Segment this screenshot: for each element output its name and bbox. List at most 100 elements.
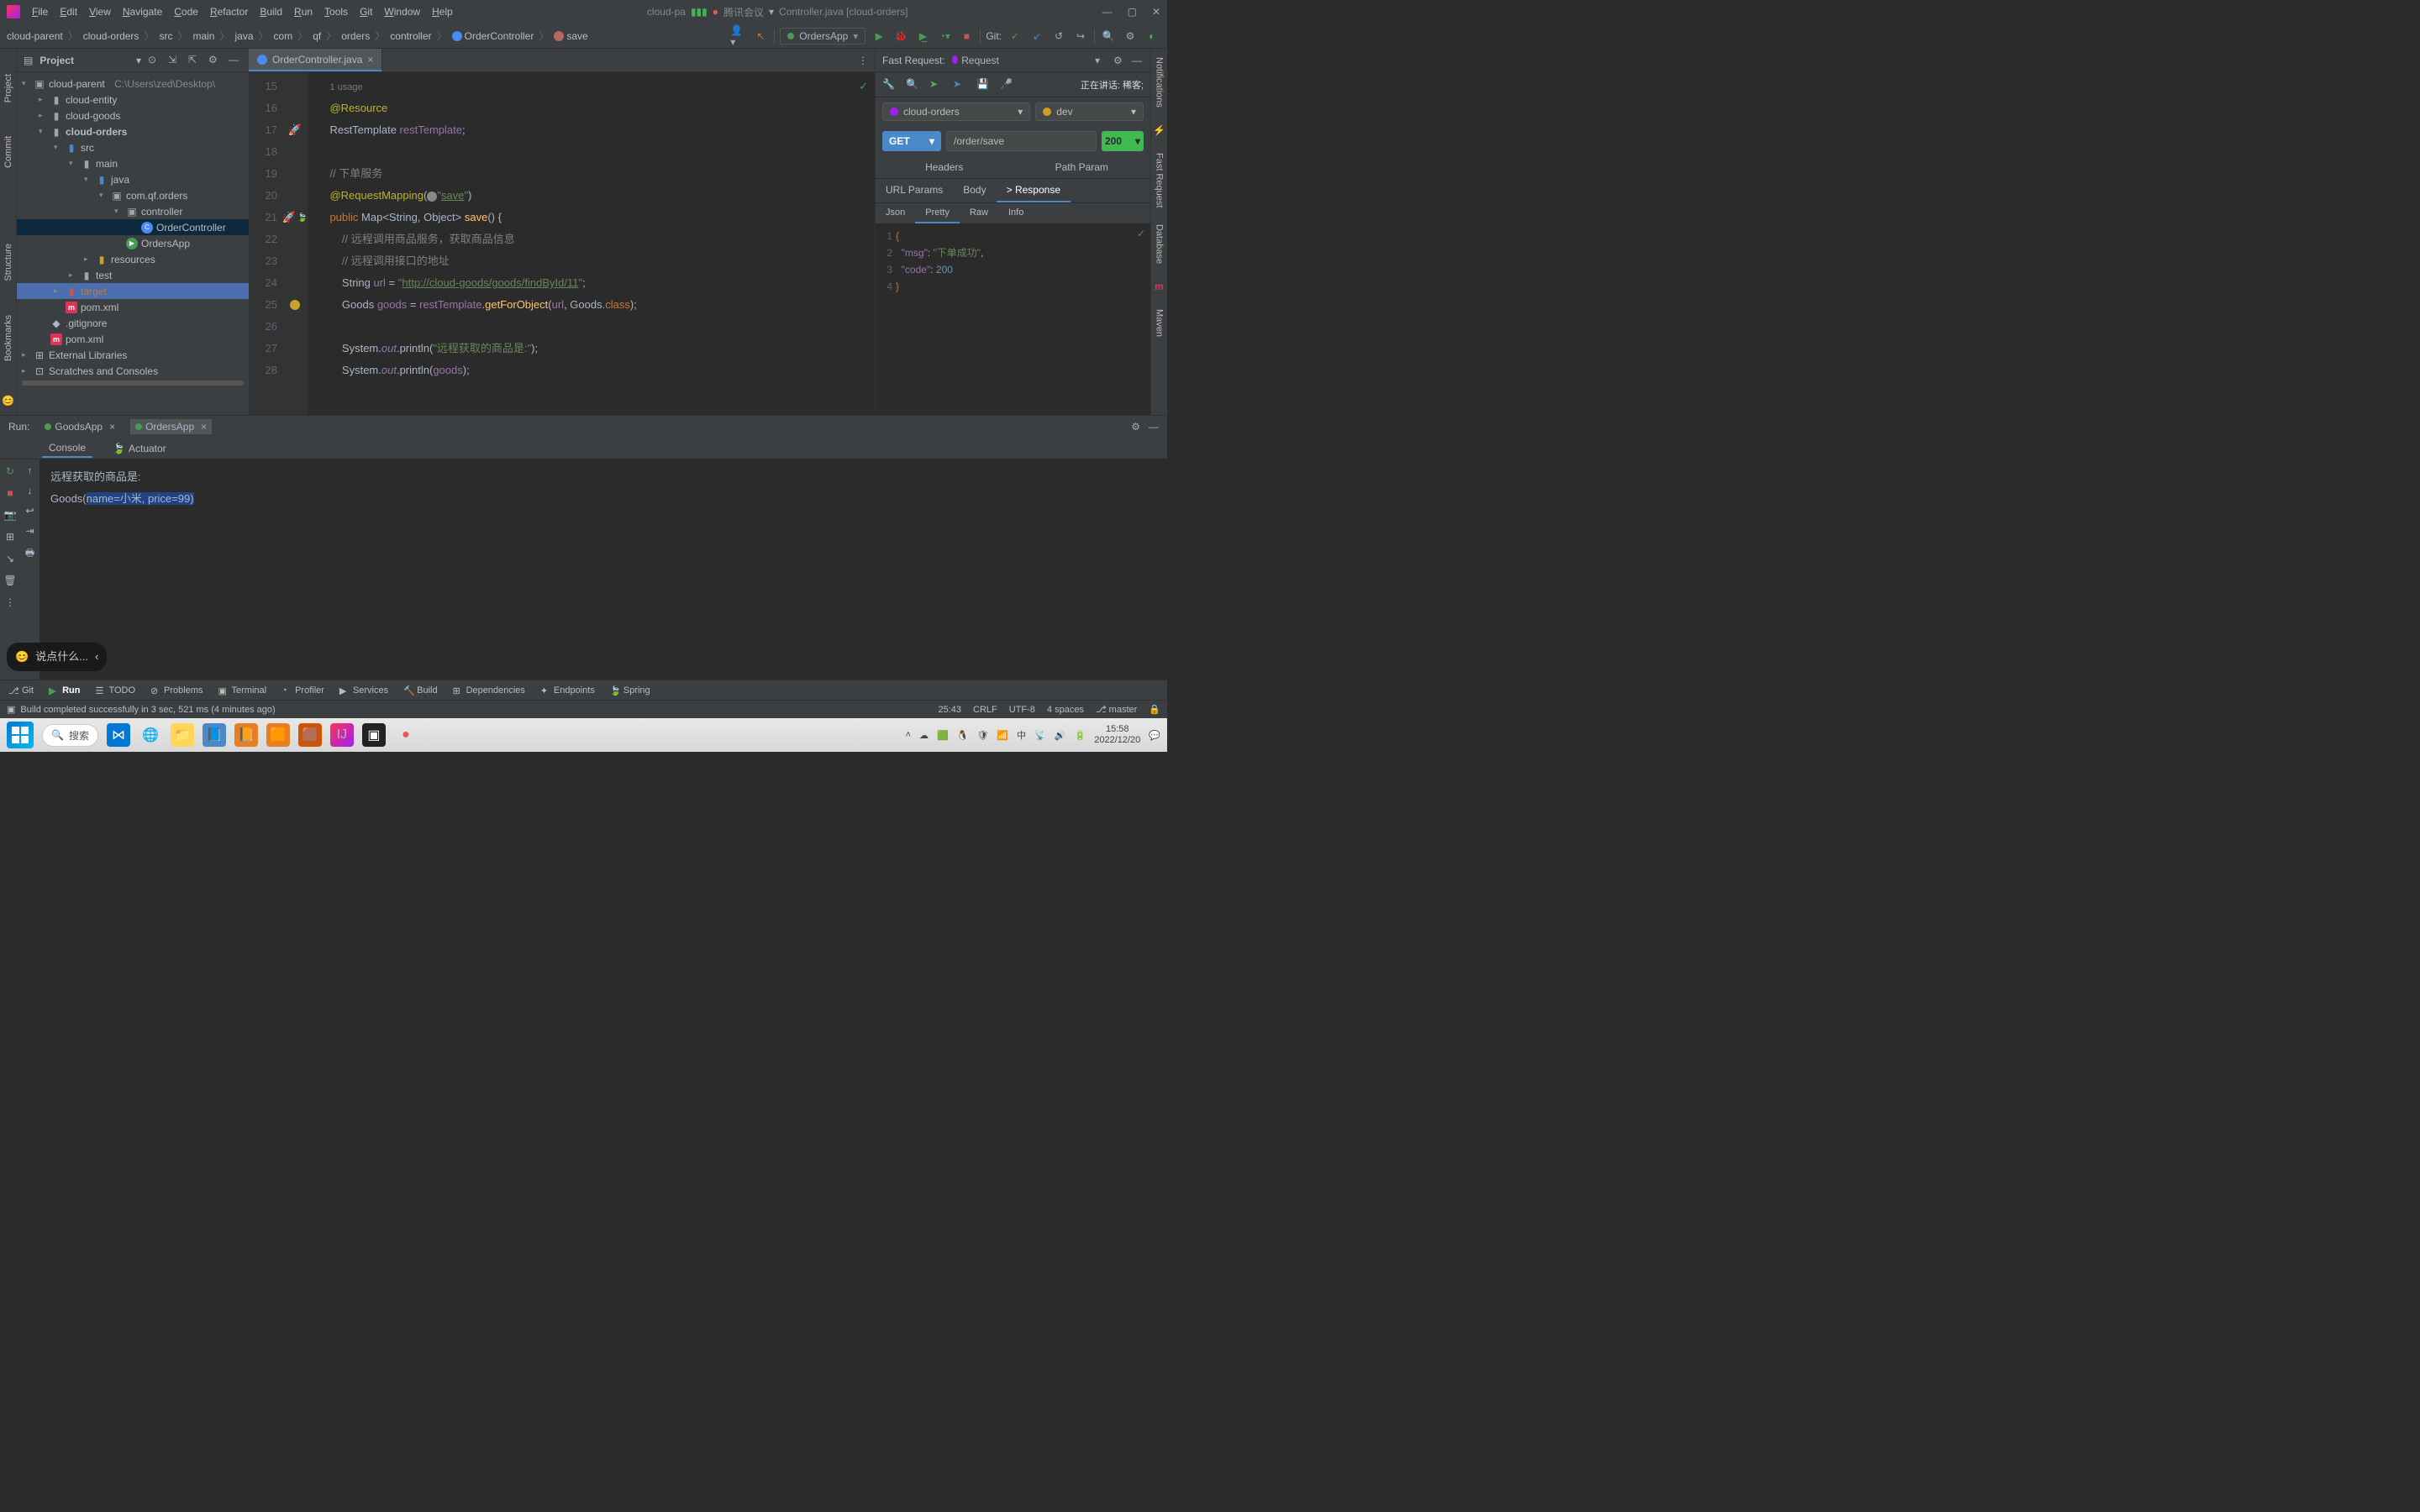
tray-volume-icon[interactable]: 🔊: [1055, 730, 1066, 741]
print-icon[interactable]: 🖶: [25, 545, 34, 563]
btool-problems[interactable]: ⊘Problems: [150, 685, 203, 696]
tray-chevron-icon[interactable]: ˄: [906, 730, 911, 740]
menu-refactor[interactable]: Refactor: [210, 6, 248, 18]
btool-build[interactable]: 🔨Build: [403, 685, 437, 696]
tree-ordersapp[interactable]: ▶OrdersApp: [17, 235, 249, 251]
minimize-icon[interactable]: —: [1102, 6, 1113, 18]
git-history-icon[interactable]: ↺: [1050, 28, 1067, 45]
select-opened-icon[interactable]: ⊙: [148, 54, 161, 67]
crumb-method[interactable]: save: [554, 30, 587, 42]
chevron-down-icon[interactable]: ▾: [1095, 55, 1107, 66]
fr-tab-body[interactable]: Body: [953, 179, 996, 202]
right-tab-database[interactable]: Database: [1155, 224, 1165, 264]
run-tab-ordersapp[interactable]: OrdersApp×: [130, 419, 212, 434]
tray-battery-icon[interactable]: 🔋: [1075, 730, 1086, 741]
menu-help[interactable]: Help: [432, 6, 453, 18]
editor-body[interactable]: 15161718 19202122 23242526 2728 🚀 🚀🍃 ✓ 1…: [249, 72, 875, 415]
crumb-8[interactable]: controller: [390, 30, 431, 42]
down-icon[interactable]: ↓: [28, 485, 33, 496]
mic-icon[interactable]: 🎤: [1000, 78, 1013, 92]
plugin-icon[interactable]: ◐: [1144, 28, 1160, 45]
tray-icon[interactable]: 🛡: [976, 730, 988, 741]
fr-method-select[interactable]: GET▾: [882, 131, 941, 151]
collapse-all-icon[interactable]: ⇱: [188, 54, 202, 67]
btool-services[interactable]: ▶Services: [339, 685, 388, 696]
tree-cloud-goods[interactable]: ▸▮cloud-goods: [17, 108, 249, 123]
fr-tab-headers[interactable]: Headers: [876, 156, 1013, 178]
code-area[interactable]: ✓ 1 usage @Resource RestTemplate restTem…: [308, 72, 875, 415]
tree-pom2[interactable]: mpom.xml: [17, 331, 249, 347]
console-output[interactable]: 远程获取的商品是: Goods(name=小米, price=99) 😊 说点什…: [40, 459, 1167, 680]
run-config-select[interactable]: OrdersApp▾: [780, 28, 865, 45]
tree-ext-libs[interactable]: ▸⊞External Libraries: [17, 347, 249, 363]
fr-response-body[interactable]: ✓ 1234 { "msg": "下单成功", "code": 200 }: [876, 224, 1150, 415]
close-tab-icon[interactable]: ×: [201, 421, 207, 433]
profile-icon[interactable]: ◔▾: [936, 28, 953, 45]
tray-icon[interactable]: 📶: [997, 730, 1008, 741]
menu-build[interactable]: Build: [260, 6, 282, 18]
right-tab-fastrequest[interactable]: Fast Request: [1155, 153, 1165, 207]
taskbar-record-icon[interactable]: ●: [394, 723, 418, 747]
send-icon[interactable]: ➤: [929, 78, 943, 92]
debug-icon[interactable]: 🐞: [892, 28, 909, 45]
tray-wifi-icon[interactable]: 📡: [1034, 730, 1046, 741]
taskbar-app-icon[interactable]: 🟧: [266, 723, 290, 747]
close-tab-icon[interactable]: ×: [367, 54, 373, 66]
status-icon[interactable]: ▣: [7, 704, 15, 715]
left-tab-project[interactable]: Project: [3, 74, 13, 102]
send-download-icon[interactable]: ➤: [953, 78, 966, 92]
tree-resources[interactable]: ▸▮resources: [17, 251, 249, 267]
crumb-3[interactable]: main: [192, 30, 214, 42]
clock[interactable]: 15:58 2022/12/20: [1094, 724, 1140, 746]
inspection-check-icon[interactable]: ✓: [1137, 228, 1145, 239]
fr-tab-json[interactable]: Json: [876, 203, 915, 223]
tray-notification-icon[interactable]: 💬: [1149, 730, 1160, 741]
tab-menu-icon[interactable]: ⋮: [851, 49, 875, 71]
menu-tools[interactable]: Tools: [324, 6, 348, 18]
exit-icon[interactable]: ↘: [3, 552, 17, 565]
menu-git[interactable]: Git: [360, 6, 372, 18]
tray-ime-icon[interactable]: 中: [1017, 728, 1026, 742]
tree-test[interactable]: ▸▮test: [17, 267, 249, 283]
fr-tab-pretty[interactable]: Pretty: [915, 203, 960, 223]
btool-git[interactable]: ⎇Git: [8, 685, 34, 696]
menu-navigate[interactable]: Navigate: [123, 6, 162, 18]
close-icon[interactable]: ✕: [1152, 6, 1160, 18]
layout-icon[interactable]: ⊞: [3, 530, 17, 543]
tree-target[interactable]: ▸▮target: [17, 283, 249, 299]
encoding[interactable]: UTF-8: [1009, 705, 1035, 715]
crumb-2[interactable]: src: [159, 30, 172, 42]
menu-window[interactable]: Window: [384, 6, 420, 18]
run-icon[interactable]: ▶: [871, 28, 887, 45]
wrap-icon[interactable]: ↩: [25, 505, 34, 517]
scroll-icon[interactable]: ⇥: [25, 525, 34, 537]
add-user-icon[interactable]: 👤▾: [730, 28, 747, 45]
system-tray[interactable]: ˄ ☁ 🟩 🐧 🛡 📶 中 📡 🔊 🔋 15:58 2022/12/20 💬: [906, 724, 1160, 746]
btool-todo[interactable]: ☰TODO: [95, 685, 135, 696]
left-tab-bookmarks[interactable]: Bookmarks: [3, 315, 13, 361]
tree-main[interactable]: ▾▮main: [17, 155, 249, 171]
git-commit-icon[interactable]: ✓: [1007, 28, 1023, 45]
fr-tab-info[interactable]: Info: [998, 203, 1034, 223]
more-icon[interactable]: ⋮: [3, 596, 17, 609]
search-icon[interactable]: 🔍: [1100, 28, 1117, 45]
gear-icon[interactable]: ⚙: [1113, 55, 1125, 66]
btool-run[interactable]: ▶Run: [49, 685, 80, 696]
maximize-icon[interactable]: ▢: [1128, 6, 1137, 18]
right-tab-notifications[interactable]: Notifications: [1155, 57, 1165, 108]
crumb-7[interactable]: orders: [341, 30, 370, 42]
taskbar-explorer-icon[interactable]: 📁: [171, 723, 194, 747]
lightning-icon[interactable]: ⚡: [1153, 124, 1165, 136]
tree-src[interactable]: ▾▮src: [17, 139, 249, 155]
right-tab-maven[interactable]: Maven: [1155, 309, 1165, 337]
tree-scratches[interactable]: ▸⊡Scratches and Consoles: [17, 363, 249, 379]
btool-profiler[interactable]: ◔Profiler: [281, 685, 324, 696]
close-tab-icon[interactable]: ×: [109, 421, 115, 433]
hide-icon[interactable]: —: [1149, 421, 1159, 433]
tree-cloud-entity[interactable]: ▸▮cloud-entity: [17, 92, 249, 108]
stop-icon[interactable]: ■: [958, 28, 975, 45]
fr-module-select[interactable]: cloud-orders▾: [882, 102, 1030, 121]
run-tab-goodsapp[interactable]: GoodsApp×: [39, 419, 120, 434]
crumb-0[interactable]: cloud-parent: [7, 30, 63, 42]
git-branch[interactable]: master: [1096, 704, 1137, 715]
